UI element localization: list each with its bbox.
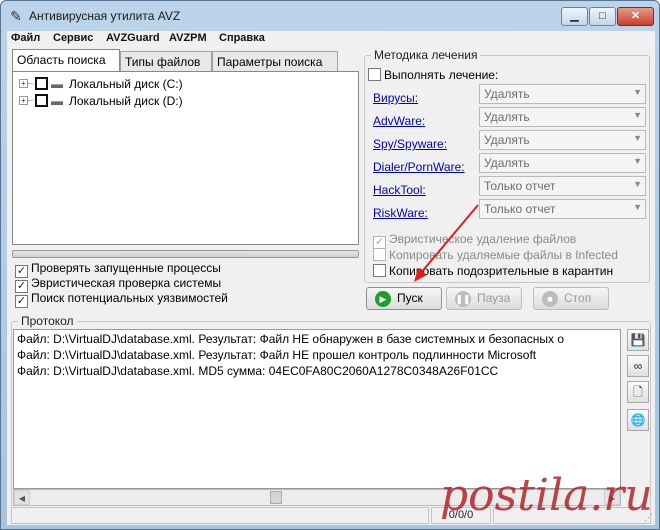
hard-drive-icon: ▬	[51, 94, 63, 108]
tab-search-params[interactable]: Параметры поиска	[212, 51, 338, 71]
client-area: Область поиска Типы файлов Параметры пои…	[7, 47, 655, 525]
pause-button[interactable]: ❚❚ Пауза	[446, 287, 522, 310]
link-viruses[interactable]: Вирусы:	[373, 91, 418, 105]
log-line: Файл: D:\VirtualDJ\database.xml. Результ…	[17, 348, 537, 362]
scroll-thumb[interactable]	[270, 491, 282, 504]
option-perform-treatment[interactable]: Выполнять лечение:	[368, 68, 498, 83]
tab-file-types[interactable]: Типы файлов	[120, 51, 212, 71]
play-icon: ▶	[375, 291, 391, 307]
stop-icon: ■	[542, 291, 558, 307]
window-title: Антивирусная утилита AVZ	[29, 9, 181, 23]
save-log-button[interactable]: 💾	[627, 329, 649, 351]
drive-c-checkbox[interactable]	[35, 77, 48, 90]
hacktool-action-select[interactable]: Только отчет ▼	[479, 176, 646, 196]
expand-icon[interactable]: +	[19, 96, 28, 105]
minimize-button[interactable]: ▁	[561, 7, 588, 26]
drive-tree: + ▬ Локальный диск (C:) + ▬ Локальный ди…	[12, 71, 359, 245]
title-bar[interactable]: ✎ Антивирусная утилита AVZ ▁ □ ✕	[1, 1, 659, 31]
spyware-action-select[interactable]: Удалять ▼	[479, 130, 646, 150]
option-heuristic-delete[interactable]: ✓ Эвристическое удаление файлов	[373, 232, 576, 249]
menu-service[interactable]: Сервис	[53, 32, 93, 44]
windows-drive-icon: ▬	[51, 77, 63, 91]
close-button[interactable]: ✕	[617, 7, 654, 26]
link-hacktool[interactable]: HackTool:	[373, 183, 426, 197]
protocol-log[interactable]: Файл: D:\VirtualDJ\database.xml. Результ…	[13, 329, 621, 489]
riskware-action-select[interactable]: Только отчет ▼	[479, 199, 646, 219]
chevron-down-icon: ▼	[633, 133, 642, 143]
start-button[interactable]: ▶ Пуск	[366, 287, 442, 310]
option-copy-deleted-to-infected[interactable]: Копировать удаляемые файлы в Infected	[373, 248, 618, 263]
drive-c-label: Локальный диск (C:)	[69, 77, 183, 91]
tab-search-area[interactable]: Область поиска	[12, 49, 120, 71]
blank-page-icon: 🗋	[633, 385, 643, 399]
link-riskware[interactable]: RiskWare:	[373, 206, 428, 220]
perform-treatment-checkbox[interactable]	[368, 68, 381, 81]
network-button[interactable]: 🌐	[627, 409, 649, 431]
protocol-title: Протокол	[18, 314, 77, 328]
option-heuristic-check[interactable]: ✓ Эвристическая проверка системы	[15, 276, 221, 293]
stop-button[interactable]: ■ Стоп	[533, 287, 609, 310]
link-dialer-pornware[interactable]: Dialer/PornWare:	[373, 160, 465, 174]
chevron-down-icon: ▼	[633, 87, 642, 97]
advware-action-select[interactable]: Удалять ▼	[479, 107, 646, 127]
menu-help[interactable]: Справка	[219, 32, 265, 44]
floppy-disk-icon: 💾	[630, 333, 646, 347]
menu-avzguard[interactable]: AVZGuard	[106, 32, 160, 44]
pause-icon: ❚❚	[455, 291, 471, 307]
menu-avzpm[interactable]: AVZPM	[169, 32, 207, 44]
viruses-action-select[interactable]: Удалять ▼	[479, 84, 646, 104]
menu-file[interactable]: Файл	[11, 32, 40, 44]
avz-app-icon: ✎	[10, 8, 22, 24]
globe-icon: 🌐	[630, 413, 646, 427]
menu-bar: Файл Сервис AVZGuard AVZPM Справка	[7, 31, 655, 47]
chevron-down-icon: ▼	[633, 202, 642, 212]
chevron-down-icon: ▼	[633, 156, 642, 166]
glasses-icon: ∞	[633, 359, 643, 373]
avz-window: ✎ Антивирусная утилита AVZ ▁ □ ✕ Файл Се…	[0, 0, 660, 530]
log-line: Файл: D:\VirtualDJ\database.xml. MD5 сум…	[17, 364, 499, 378]
checkmark-icon[interactable]: ✓	[15, 295, 28, 308]
scan-progress-bar	[12, 250, 359, 258]
dialer-action-select[interactable]: Удалять ▼	[479, 153, 646, 173]
scroll-left-icon[interactable]: ◀	[14, 490, 30, 505]
view-log-button[interactable]: ∞	[627, 355, 649, 377]
option-copy-suspicious-to-quarantine[interactable]: Копировать подозрительные в карантин	[373, 264, 613, 279]
log-line: Файл: D:\VirtualDJ\database.xml. Результ…	[17, 332, 565, 346]
watermark-text: postila.ru	[440, 470, 653, 521]
option-running-processes[interactable]: ✓ Проверять запущенные процессы	[15, 261, 221, 278]
option-vulnerability-search[interactable]: ✓ Поиск потенциальных уязвимостей	[15, 291, 228, 308]
drive-d-label: Локальный диск (D:)	[69, 94, 183, 108]
tree-item-drive-d[interactable]: + ▬ Локальный диск (D:)	[19, 93, 219, 109]
copy-infected-checkbox[interactable]	[373, 248, 386, 261]
copy-quarantine-checkbox[interactable]	[373, 264, 386, 277]
clear-log-button[interactable]: 🗋	[627, 381, 649, 403]
link-advware[interactable]: AdvWare:	[373, 114, 425, 128]
treatment-title: Методика лечения	[371, 48, 481, 62]
chevron-down-icon: ▼	[633, 179, 642, 189]
drive-d-checkbox[interactable]	[35, 94, 48, 107]
chevron-down-icon: ▼	[633, 110, 642, 120]
maximize-button[interactable]: □	[589, 7, 616, 26]
link-spyware[interactable]: Spy/Spyware:	[373, 137, 447, 151]
expand-icon[interactable]: +	[19, 79, 28, 88]
tree-item-drive-c[interactable]: + ▬ Локальный диск (C:)	[19, 76, 219, 92]
